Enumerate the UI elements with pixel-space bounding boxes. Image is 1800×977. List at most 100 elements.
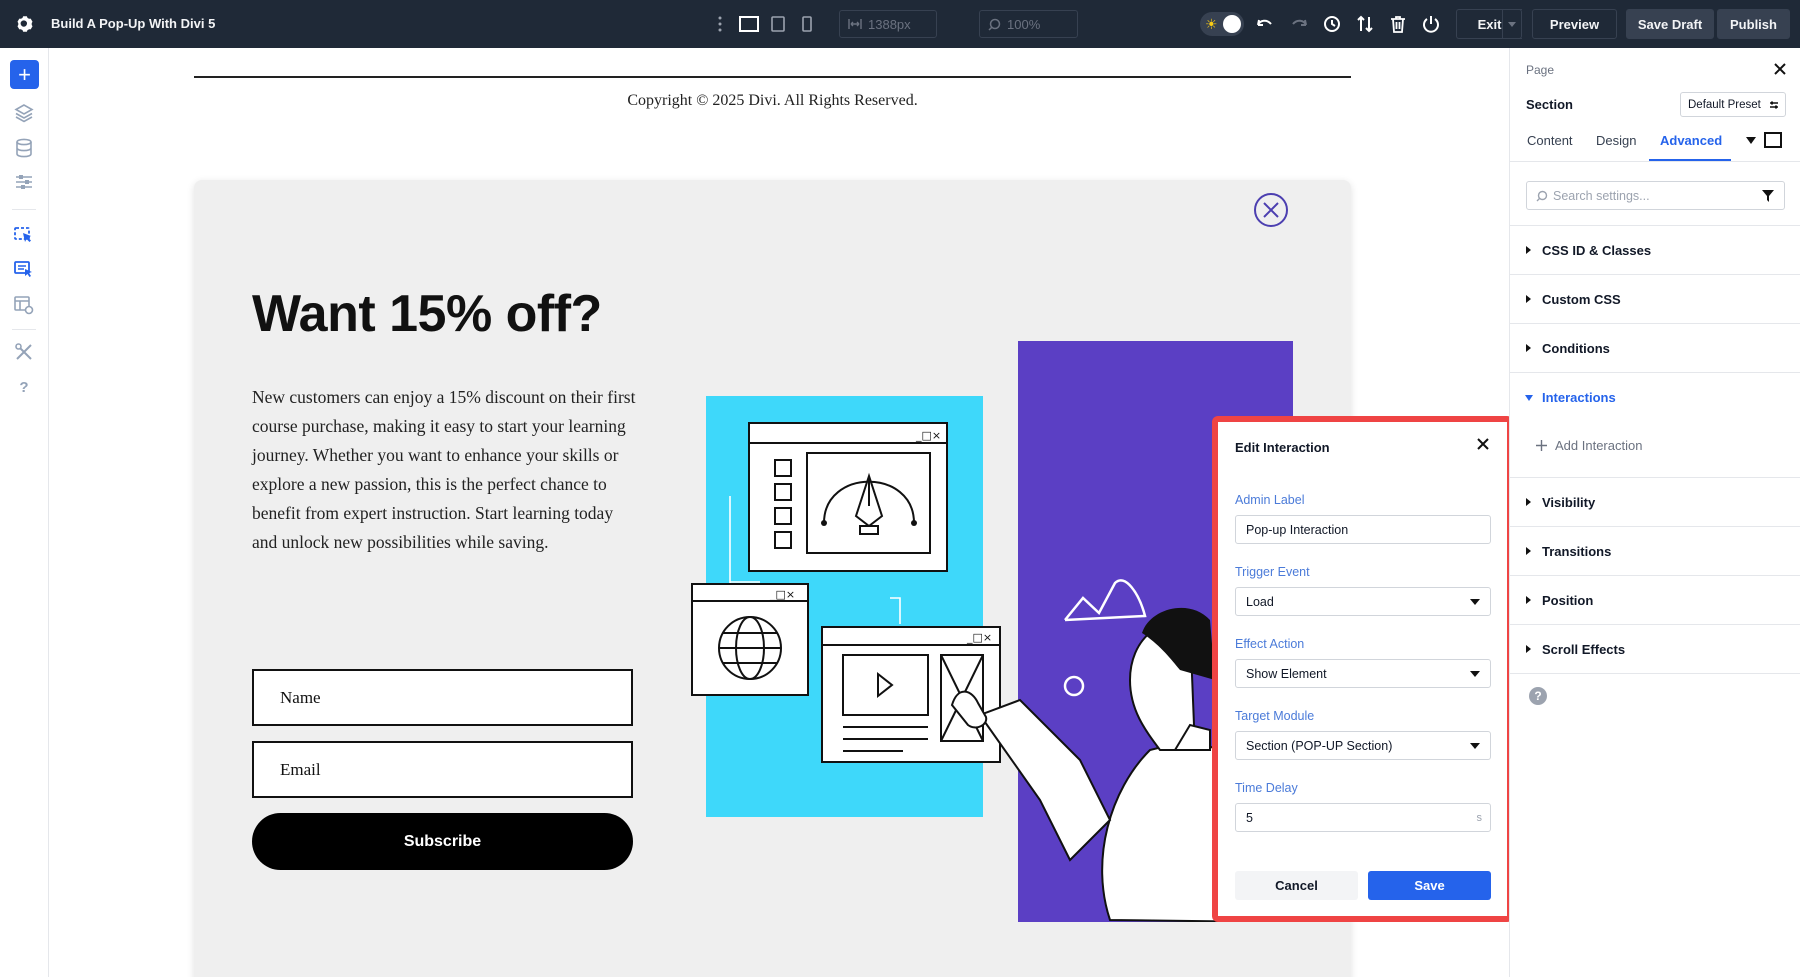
sort-arrows-icon[interactable]: [1354, 13, 1376, 35]
undo-icon[interactable]: [1254, 13, 1276, 35]
svg-text:_□×: _□×: [966, 631, 992, 644]
save-draft-button[interactable]: Save Draft: [1626, 9, 1714, 39]
tablet-view-icon[interactable]: [767, 13, 789, 35]
caret-right-icon: [1526, 344, 1531, 352]
panel-mode-icon[interactable]: [1764, 132, 1782, 148]
cancel-label: Cancel: [1275, 878, 1318, 893]
group-custom-css[interactable]: Custom CSS: [1510, 275, 1800, 324]
name-field[interactable]: Name: [252, 669, 633, 726]
zoom-field[interactable]: 100%: [979, 10, 1078, 38]
canvas-width-field[interactable]: 1388px: [839, 10, 937, 38]
search-icon: [988, 18, 1001, 31]
edit-interaction-modal: Edit Interaction Admin Label Pop-up Inte…: [1218, 422, 1507, 916]
email-placeholder: Email: [280, 760, 321, 780]
cancel-button[interactable]: Cancel: [1235, 871, 1358, 900]
tab-design[interactable]: Design: [1596, 133, 1636, 148]
database-icon[interactable]: [12, 136, 36, 160]
email-field[interactable]: Email: [252, 741, 633, 798]
group-label: Conditions: [1542, 341, 1610, 356]
subscribe-label: Subscribe: [404, 833, 481, 851]
popup-body-text: New customers can enjoy a 15% discount o…: [252, 383, 642, 557]
footer-divider: [194, 76, 1351, 78]
interaction-list-icon[interactable]: [12, 257, 36, 281]
settings-search-input[interactable]: Search settings...: [1526, 181, 1785, 210]
gear-icon[interactable]: [14, 13, 36, 35]
group-scroll-effects[interactable]: Scroll Effects: [1510, 625, 1800, 674]
tools-icon[interactable]: [12, 340, 36, 364]
trigger-event-value: Load: [1246, 595, 1274, 609]
admin-label-value: Pop-up Interaction: [1246, 523, 1348, 537]
preview-button[interactable]: Preview: [1532, 9, 1617, 39]
settings-panel: Page Section Default Preset Content Desi…: [1509, 48, 1800, 977]
close-icon[interactable]: [1773, 62, 1787, 76]
save-label: Save: [1414, 878, 1444, 893]
page-settings-icon[interactable]: [12, 293, 36, 317]
chevron-down-icon: [1508, 22, 1516, 27]
sliders-icon[interactable]: [12, 170, 36, 194]
time-delay-input[interactable]: 5 s: [1235, 803, 1491, 832]
dark-mode-toggle[interactable]: ☀: [1200, 12, 1244, 36]
width-icon: [848, 18, 862, 30]
add-interaction-button[interactable]: Add Interaction: [1536, 438, 1642, 453]
add-module-button[interactable]: +: [10, 60, 39, 89]
publish-button[interactable]: Publish: [1717, 9, 1790, 39]
trash-icon[interactable]: [1387, 13, 1409, 35]
close-icon[interactable]: [1475, 436, 1491, 452]
help-icon[interactable]: ?: [12, 375, 36, 399]
modal-title: Edit Interaction: [1235, 440, 1330, 455]
breadcrumb[interactable]: Page: [1526, 63, 1554, 77]
effect-action-value: Show Element: [1246, 667, 1327, 681]
desktop-view-icon[interactable]: [738, 13, 760, 35]
caret-right-icon: [1526, 547, 1531, 555]
redo-icon[interactable]: [1288, 13, 1310, 35]
top-toolbar: Build A Pop-Up With Divi 5 1388px 100% ☀: [0, 0, 1800, 48]
admin-label-label: Admin Label: [1235, 493, 1305, 507]
group-label: Transitions: [1542, 544, 1611, 559]
admin-label-input[interactable]: Pop-up Interaction: [1235, 515, 1491, 544]
group-conditions[interactable]: Conditions: [1510, 324, 1800, 373]
copyright-text: Copyright © 2025 Divi. All Rights Reserv…: [194, 92, 1351, 110]
group-interactions[interactable]: Interactions: [1510, 373, 1800, 478]
exit-dropdown-button[interactable]: [1502, 9, 1522, 39]
group-visibility[interactable]: Visibility: [1510, 478, 1800, 527]
group-css-id-classes[interactable]: CSS ID & Classes: [1510, 226, 1800, 275]
group-position[interactable]: Position: [1510, 576, 1800, 625]
layers-icon[interactable]: [12, 101, 36, 125]
tab-advanced[interactable]: Advanced: [1660, 133, 1722, 148]
time-delay-unit: s: [1477, 812, 1483, 824]
close-circle-icon[interactable]: [1252, 191, 1290, 229]
group-label: CSS ID & Classes: [1542, 243, 1651, 258]
save-button[interactable]: Save: [1368, 871, 1491, 900]
save-draft-label: Save Draft: [1638, 17, 1702, 32]
caret-down-icon: [1525, 395, 1533, 401]
help-icon[interactable]: ?: [1529, 687, 1547, 705]
page-title: Build A Pop-Up With Divi 5: [51, 16, 215, 31]
history-icon[interactable]: [1321, 13, 1343, 35]
interaction-cursor-icon[interactable]: [12, 223, 36, 247]
caret-right-icon: [1526, 596, 1531, 604]
power-icon[interactable]: [1420, 13, 1442, 35]
preset-select[interactable]: Default Preset: [1680, 92, 1786, 117]
search-placeholder: Search settings...: [1553, 189, 1650, 203]
effect-action-select[interactable]: Show Element: [1235, 659, 1491, 688]
svg-text:_□×: _□×: [769, 588, 795, 601]
filter-icon[interactable]: [1762, 190, 1774, 202]
target-module-select[interactable]: Section (POP-UP Section): [1235, 731, 1491, 760]
tab-content[interactable]: Content: [1527, 133, 1573, 148]
phone-view-icon[interactable]: [796, 13, 818, 35]
chevron-down-icon[interactable]: [1746, 137, 1756, 144]
kebab-icon[interactable]: [709, 13, 731, 35]
group-label: Position: [1542, 593, 1593, 608]
group-transitions[interactable]: Transitions: [1510, 527, 1800, 576]
svg-text:_□×: _□×: [915, 429, 941, 442]
plus-icon: [1536, 440, 1547, 451]
group-label: Custom CSS: [1542, 292, 1621, 307]
sun-icon: ☀: [1205, 17, 1219, 31]
toggle-knob: [1223, 15, 1241, 33]
caret-right-icon: [1526, 246, 1531, 254]
chevron-down-icon: [1470, 671, 1480, 677]
subscribe-button[interactable]: Subscribe: [252, 813, 633, 870]
preview-label: Preview: [1550, 17, 1599, 32]
trigger-event-select[interactable]: Load: [1235, 587, 1491, 616]
exit-label: Exit: [1478, 17, 1502, 32]
